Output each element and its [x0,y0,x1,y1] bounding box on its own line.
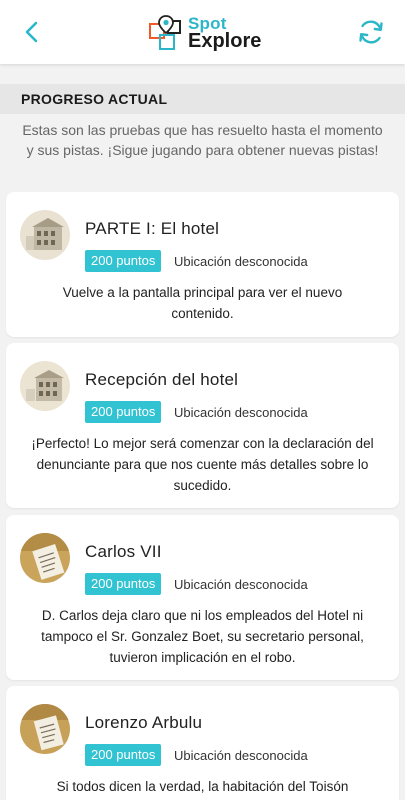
card-avatar [20,533,70,583]
card-description: Si todos dicen la verdad, la habitación … [56,779,349,794]
clue-card[interactable]: Lorenzo Arbulu 200 puntos Ubicación desc… [6,686,399,800]
card-title: Carlos VII [85,542,162,561]
clue-card[interactable]: PARTE I: El hotel 200 puntos Ubicación d… [6,192,399,337]
location-label: Ubicación desconocida [174,577,308,592]
section-title: PROGRESO ACTUAL [0,84,405,114]
refresh-button[interactable] [355,16,387,48]
points-badge: 200 puntos [85,573,162,595]
document-image-icon [20,704,70,754]
location-label: Ubicación desconocida [174,748,308,763]
clue-card[interactable]: Carlos VII 200 puntos Ubicación desconoc… [6,515,399,680]
card-avatar [20,704,70,754]
back-button[interactable] [18,18,46,46]
location-label: Ubicación desconocida [174,405,308,420]
card-description: ¡Perfecto! Lo mejor será comenzar con la… [31,436,374,493]
card-description: Vuelve a la pantalla principal para ver … [62,285,343,321]
location-label: Ubicación desconocida [174,254,308,269]
document-image-icon [20,533,70,583]
logo-text-explore: Explore [188,30,262,52]
card-avatar [20,361,70,411]
points-badge: 200 puntos [85,744,162,766]
card-avatar [20,210,70,260]
intro-text: Estas son las pruebas que has resuelto h… [22,122,383,158]
points-badge: 200 puntos [85,250,162,272]
card-title: Lorenzo Arbulu [85,713,203,732]
chevron-left-icon [25,21,38,43]
hotel-image-icon [20,210,70,260]
clue-card[interactable]: Recepción del hotel 200 puntos Ubicación… [6,343,399,508]
hotel-image-icon [20,361,70,411]
card-title: PARTE I: El hotel [85,219,220,238]
points-badge: 200 puntos [85,401,162,423]
card-description: D. Carlos deja claro que ni los empleado… [41,608,364,665]
card-title: Recepción del hotel [85,370,239,389]
refresh-icon [359,20,383,44]
app-logo: Spot Explore [148,12,261,54]
top-bar: Spot Explore [0,0,405,64]
logo-mark-icon [149,15,181,50]
